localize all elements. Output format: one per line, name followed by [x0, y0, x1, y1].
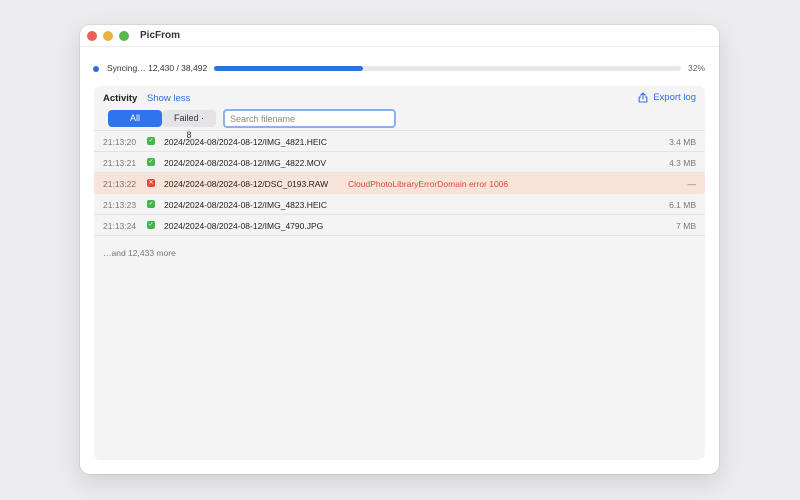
failure-x-icon: ✕	[147, 179, 155, 187]
sync-progress-percent: 32%	[687, 63, 705, 73]
row-path: 2024/2024-08/2024-08-12/IMG_4822.MOV	[164, 158, 327, 168]
activity-row[interactable]: 21:13:21 ✓ 2024/2024-08/2024-08-12/IMG_4…	[94, 152, 705, 173]
row-path: 2024/2024-08/2024-08-12/IMG_4823.HEIC	[164, 200, 328, 210]
activity-row[interactable]: 21:13:20 ✓ 2024/2024-08/2024-08-12/IMG_4…	[94, 131, 705, 152]
row-size: —	[687, 179, 697, 189]
window-title: PicFrom	[140, 30, 181, 41]
activity-row[interactable]: 21:13:23 ✓ 2024/2024-08/2024-08-12/IMG_4…	[94, 194, 705, 215]
row-time: 21:13:23	[103, 200, 137, 210]
more-items-label: …and 12,433 more	[103, 248, 176, 258]
sync-progress-bar	[214, 66, 681, 71]
zoom-window-button[interactable]	[119, 31, 129, 41]
app-window: PicFrom Syncing… 12,430 / 38,492 32% Act…	[80, 25, 719, 474]
share-icon	[638, 92, 648, 103]
row-path: 2024/2024-08/2024-08-12/IMG_4790.JPG	[164, 221, 324, 231]
sync-status: Syncing… 12,430 / 38,492 32%	[80, 63, 719, 75]
row-path: 2024/2024-08/2024-08-12/IMG_4821.HEIC	[164, 137, 328, 147]
activity-panel: Activity Show less Export log All Failed…	[94, 86, 705, 460]
minimize-window-button[interactable]	[103, 31, 113, 41]
row-size: 6.1 MB	[669, 200, 696, 210]
success-check-icon: ✓	[147, 200, 155, 208]
activity-row-error[interactable]: 21:13:22 ✕ 2024/2024-08/2024-08-12/DSC_0…	[94, 173, 705, 194]
search-input[interactable]	[223, 109, 396, 128]
row-time: 21:13:20	[103, 137, 137, 147]
filter-failed-button[interactable]: Failed · 8	[162, 110, 216, 140]
activity-list: 21:13:20 ✓ 2024/2024-08/2024-08-12/IMG_4…	[94, 130, 705, 236]
row-size: 4.3 MB	[669, 158, 696, 168]
row-size: 3.4 MB	[669, 137, 696, 147]
row-error-message: CloudPhotoLibraryErrorDomain error 1006	[348, 179, 509, 189]
activity-title: Activity	[103, 93, 138, 104]
row-time: 21:13:22	[103, 179, 137, 189]
activity-row[interactable]: 21:13:24 ✓ 2024/2024-08/2024-08-12/IMG_4…	[94, 215, 705, 236]
row-time: 21:13:21	[103, 158, 137, 168]
sync-status-label: Syncing… 12,430 / 38,492	[107, 63, 208, 73]
success-check-icon: ✓	[147, 158, 155, 166]
status-filter: All Failed · 8	[108, 110, 216, 140]
success-check-icon: ✓	[147, 221, 155, 229]
filter-all-button[interactable]: All	[108, 110, 162, 127]
export-log-button[interactable]: Export log	[638, 92, 696, 103]
sync-progress-fill	[214, 66, 364, 71]
row-size: 7 MB	[676, 221, 696, 231]
success-check-icon: ✓	[147, 137, 155, 145]
title-bar: PicFrom	[80, 25, 719, 47]
row-time: 21:13:24	[103, 221, 137, 231]
row-path: 2024/2024-08/2024-08-12/DSC_0193.RAW	[164, 179, 329, 189]
activity-header: Activity Show less Export log All Failed…	[94, 86, 705, 140]
export-log-label: Export log	[653, 92, 696, 103]
show-less-link[interactable]: Show less	[147, 93, 190, 104]
sync-status-dot-icon	[93, 66, 99, 72]
close-window-button[interactable]	[87, 31, 97, 41]
